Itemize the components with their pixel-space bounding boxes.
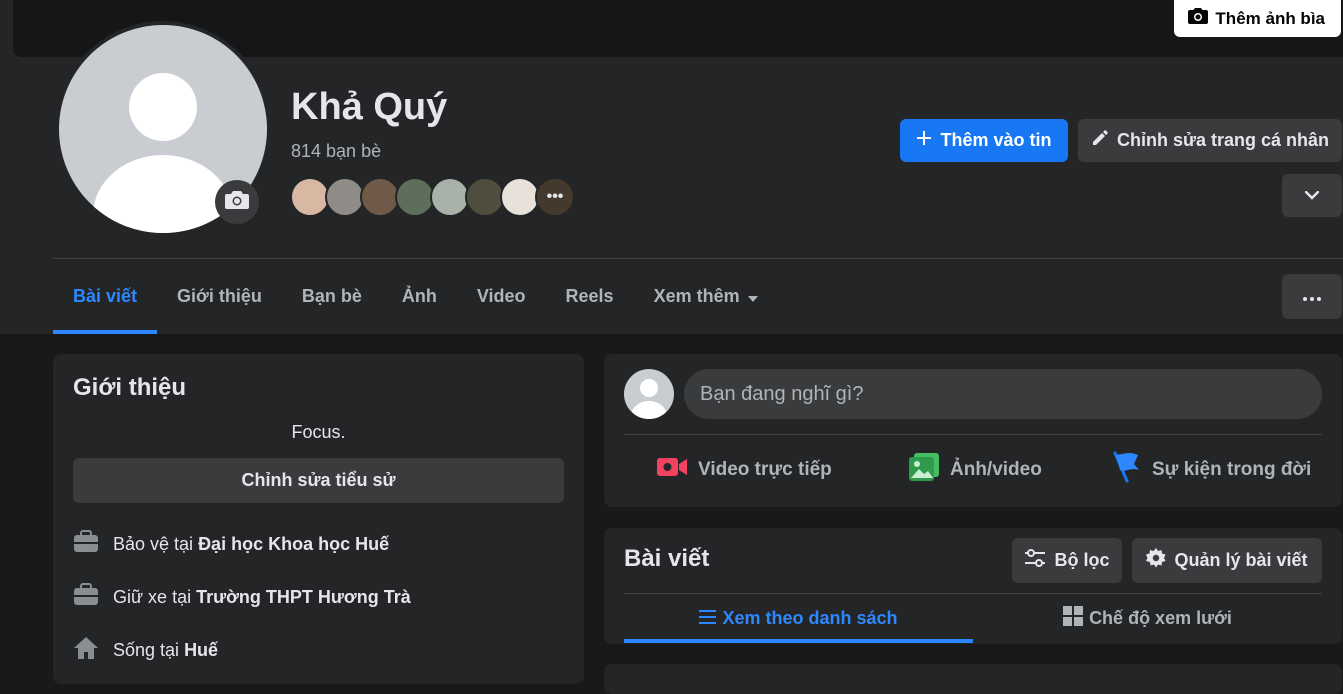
tab-label: Video (476, 286, 526, 306)
camera-icon (1188, 7, 1209, 30)
gear-icon (1146, 548, 1166, 573)
life-event-button[interactable]: Sự kiện trong đời (1112, 450, 1311, 490)
photo-video-label: Ảnh/video (950, 459, 1042, 480)
add-to-story-button[interactable]: Thêm vào tin (900, 119, 1068, 162)
tab-label: Ảnh (401, 286, 437, 306)
briefcase-icon (73, 530, 99, 559)
friend-avatar[interactable] (360, 177, 400, 217)
grid-view-label: Chế độ xem lưới (1089, 607, 1232, 628)
edit-profile-button[interactable]: Chỉnh sửa trang cá nhân (1078, 119, 1342, 162)
workplace-link[interactable]: Trường THPT Hương Trà (196, 587, 411, 607)
tab-more[interactable]: Xem thêm (634, 259, 778, 334)
tab-label: Bạn bè (301, 286, 362, 306)
post-composer: Bạn đang nghĩ gì? Video trực tiếp Ảnh/vi… (604, 354, 1342, 507)
friend-avatar-stack[interactable]: ••• (290, 177, 575, 217)
composer-divider (624, 434, 1322, 435)
tab-label: Xem thêm (653, 286, 740, 306)
tab-label: Giới thiệu (177, 286, 262, 306)
live-video-label: Video trực tiếp (698, 459, 832, 480)
list-icon (699, 608, 717, 629)
edit-bio-button[interactable]: Chỉnh sửa tiểu sử (73, 458, 564, 503)
work-item: Bảo vệ tại Đại học Khoa học Huế (73, 530, 389, 559)
intro-card: Giới thiệu Focus. Chỉnh sửa tiểu sử Bảo … (53, 354, 584, 684)
grid-icon (1063, 605, 1084, 631)
work-prefix: Giữ xe tại (113, 587, 197, 607)
manage-posts-label: Quản lý bài viết (1174, 550, 1308, 570)
bio-text: Focus. (291, 422, 346, 442)
grid-view-tab[interactable]: Chế độ xem lưới (973, 594, 1322, 642)
more-options-button[interactable] (1282, 274, 1342, 319)
friend-avatar[interactable] (325, 177, 365, 217)
friend-avatar[interactable] (290, 177, 330, 217)
add-cover-photo-button[interactable]: Thêm ảnh bìa (1174, 0, 1341, 37)
ellipsis-icon (1303, 288, 1321, 306)
add-cover-photo-label: Thêm ảnh bìa (1215, 8, 1325, 28)
friend-avatar[interactable] (430, 177, 470, 217)
caret-down-icon (747, 286, 758, 307)
intro-title: Giới thiệu (73, 374, 187, 401)
posts-title: Bài viết (624, 545, 710, 572)
profile-options-dropdown[interactable] (1282, 174, 1342, 217)
user-avatar[interactable] (624, 369, 674, 419)
filter-icon (1024, 549, 1046, 572)
tab-label: Reels (565, 286, 614, 306)
tab-posts[interactable]: Bài viết (53, 259, 158, 334)
flag-icon (1112, 451, 1142, 489)
photo-video-icon (908, 452, 940, 488)
ellipsis-icon: ••• (537, 179, 573, 215)
update-avatar-button[interactable] (215, 180, 259, 224)
tab-about[interactable]: Giới thiệu (157, 259, 282, 334)
work-text: Giữ xe tại Trường THPT Hương Trà (113, 587, 411, 608)
tab-videos[interactable]: Video (457, 259, 546, 334)
location-text: Sống tại Huế (113, 640, 218, 661)
posts-card: Bài viết Bộ lọc Quản lý bài viết Xem the… (604, 528, 1342, 644)
tab-photos[interactable]: Ảnh (382, 259, 457, 334)
profile-name: Khả Quý (291, 86, 448, 128)
friends-count[interactable]: 814 bạn bè (291, 141, 381, 162)
edit-profile-label: Chỉnh sửa trang cá nhân (1116, 130, 1330, 150)
profile-tabs: Bài viết Giới thiệu Bạn bè Ảnh Video Ree… (53, 259, 778, 334)
tab-label: Bài viết (73, 286, 138, 306)
live-video-button[interactable]: Video trực tiếp (656, 450, 832, 490)
workplace-link[interactable]: Đại học Khoa học Huế (198, 534, 389, 554)
location-link[interactable]: Huế (184, 640, 218, 660)
manage-posts-button[interactable]: Quản lý bài viết (1132, 538, 1322, 583)
chevron-down-icon (1304, 187, 1320, 205)
work-item: Giữ xe tại Trường THPT Hương Trà (73, 583, 411, 612)
life-event-label: Sự kiện trong đời (1152, 459, 1312, 480)
next-post-card (604, 664, 1342, 694)
add-to-story-label: Thêm vào tin (940, 130, 1052, 150)
work-prefix: Bảo vệ tại (113, 534, 199, 554)
location-prefix: Sống tại (113, 640, 185, 660)
friend-avatar[interactable] (395, 177, 435, 217)
work-text: Bảo vệ tại Đại học Khoa học Huế (113, 534, 389, 555)
photo-video-button[interactable]: Ảnh/video (908, 450, 1042, 490)
filter-label: Bộ lọc (1054, 550, 1110, 570)
camera-icon (225, 190, 249, 215)
friend-avatar[interactable] (465, 177, 505, 217)
briefcase-icon (73, 583, 99, 612)
tab-friends[interactable]: Bạn bè (282, 259, 382, 334)
list-view-tab[interactable]: Xem theo danh sách (624, 594, 973, 643)
plus-icon (916, 130, 932, 151)
tab-reels[interactable]: Reels (546, 259, 634, 334)
friend-avatar-more[interactable]: ••• (535, 177, 575, 217)
friend-avatar[interactable] (500, 177, 540, 217)
filter-button[interactable]: Bộ lọc (1012, 538, 1122, 583)
live-video-icon (656, 455, 688, 485)
home-icon (73, 636, 99, 665)
location-item: Sống tại Huế (73, 636, 218, 665)
composer-input[interactable]: Bạn đang nghĩ gì? (684, 369, 1322, 419)
pencil-icon (1091, 129, 1109, 152)
list-view-label: Xem theo danh sách (722, 607, 898, 628)
